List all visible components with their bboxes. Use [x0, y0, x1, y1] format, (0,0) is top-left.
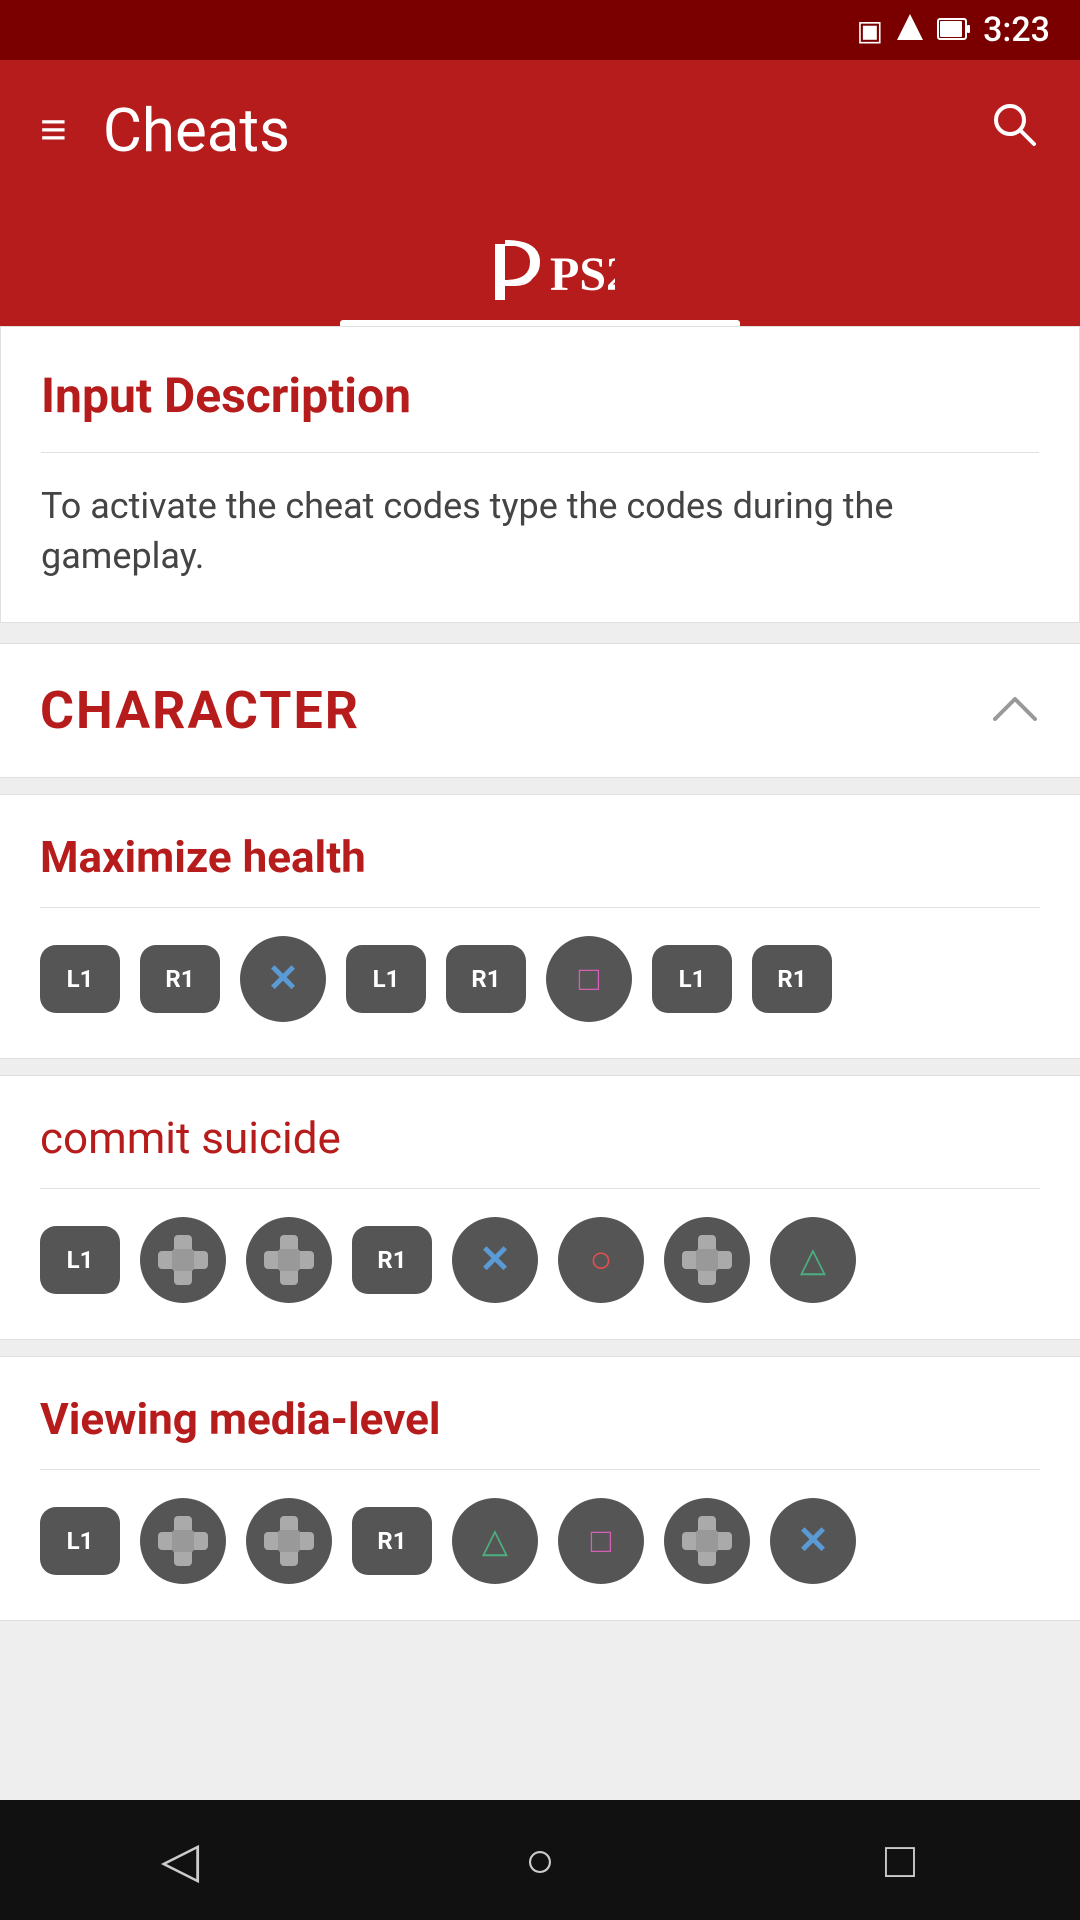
- divider: [40, 907, 1040, 908]
- btn-L1: L1: [40, 1507, 120, 1575]
- btn-L1-2: L1: [346, 945, 426, 1013]
- signal-icon: [895, 12, 925, 49]
- cheat-buttons-commit-suicide: L1 R1 ✕: [40, 1217, 1040, 1303]
- cheat-commit-suicide: commit suicide L1 R1: [0, 1075, 1080, 1340]
- input-description-card: Input Description To activate the cheat …: [0, 326, 1080, 623]
- content: Input Description To activate the cheat …: [0, 326, 1080, 1800]
- btn-circle-sym: ○: [558, 1217, 644, 1303]
- home-button[interactable]: ○: [490, 1820, 590, 1900]
- btn-R1-2: R1: [446, 945, 526, 1013]
- btn-R1: R1: [352, 1226, 432, 1294]
- status-bar: ▣ 3:23: [0, 0, 1080, 60]
- btn-dpad-2: [246, 1498, 332, 1584]
- status-icons: ▣ 3:23: [857, 10, 1050, 50]
- btn-R1: R1: [352, 1507, 432, 1575]
- btn-R1-3: R1: [752, 945, 832, 1013]
- btn-square: □: [546, 936, 632, 1022]
- input-description-text: To activate the cheat codes type the cod…: [41, 481, 1039, 582]
- cheat-title-viewing-media-level: Viewing media-level: [40, 1393, 1040, 1445]
- cheat-buttons-maximize-health: L1 R1 ✕ L1 R1 □ L1 R1: [40, 936, 1040, 1022]
- svg-text:PS2: PS2: [550, 248, 615, 301]
- cheat-title-commit-suicide: commit suicide: [40, 1112, 1040, 1164]
- nav-bar: ◁ ○ □: [0, 1800, 1080, 1920]
- chevron-up-icon: [990, 687, 1040, 734]
- cheat-viewing-media-level: Viewing media-level L1: [0, 1356, 1080, 1621]
- ps2-header: PS2: [0, 200, 1080, 326]
- app-bar-title: Cheats: [103, 95, 290, 166]
- btn-L1-3: L1: [652, 945, 732, 1013]
- btn-cross: ✕: [770, 1498, 856, 1584]
- btn-triangle: △: [452, 1498, 538, 1584]
- btn-L1: L1: [40, 945, 120, 1013]
- ps2-logo-svg: PS2: [465, 220, 615, 320]
- btn-dpad-1: [140, 1217, 226, 1303]
- btn-triangle: △: [770, 1217, 856, 1303]
- app-bar: ≡ Cheats: [0, 60, 1080, 200]
- app-bar-left: ≡ Cheats: [40, 95, 290, 166]
- cheat-maximize-health: Maximize health L1 R1 ✕ L1 R1 □ L1 R1: [0, 794, 1080, 1059]
- section-title-character: CHARACTER: [40, 680, 360, 741]
- divider: [41, 452, 1039, 453]
- btn-square: □: [558, 1498, 644, 1584]
- btn-dpad-3: [664, 1498, 750, 1584]
- cheat-title-maximize-health: Maximize health: [40, 831, 1040, 883]
- btn-dpad-3: [664, 1217, 750, 1303]
- search-icon[interactable]: [988, 98, 1040, 163]
- vibrate-icon: ▣: [857, 14, 883, 47]
- btn-cross: ✕: [240, 936, 326, 1022]
- recent-button[interactable]: □: [850, 1820, 950, 1900]
- divider: [40, 1469, 1040, 1470]
- divider: [40, 1188, 1040, 1189]
- cheat-buttons-viewing-media-level: L1 R1 △: [40, 1498, 1040, 1584]
- hamburger-icon[interactable]: ≡: [40, 107, 67, 153]
- btn-cross: ✕: [452, 1217, 538, 1303]
- battery-icon: [937, 14, 971, 47]
- btn-dpad-1: [140, 1498, 226, 1584]
- btn-L1: L1: [40, 1226, 120, 1294]
- btn-dpad-2: [246, 1217, 332, 1303]
- status-time: 3:23: [983, 10, 1050, 50]
- back-button[interactable]: ◁: [130, 1820, 230, 1900]
- character-section-header[interactable]: CHARACTER: [0, 643, 1080, 778]
- btn-R1: R1: [140, 945, 220, 1013]
- ps2-logo: PS2: [465, 220, 615, 320]
- input-description-title: Input Description: [41, 367, 1039, 424]
